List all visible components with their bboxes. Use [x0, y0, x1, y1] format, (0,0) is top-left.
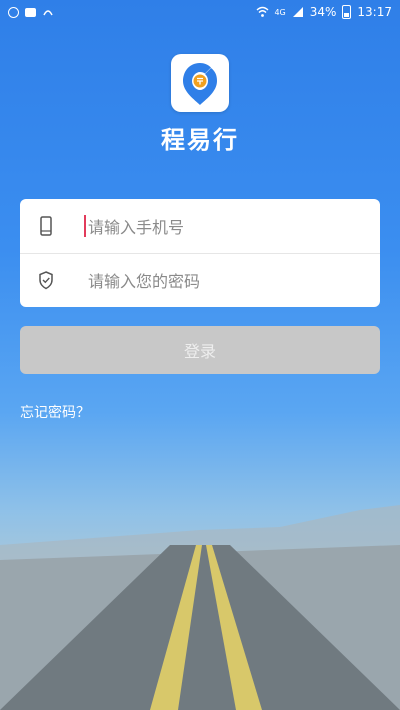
- password-row: [20, 253, 380, 307]
- password-input[interactable]: [86, 265, 370, 297]
- location-pin-c-icon: [183, 63, 217, 105]
- login-form: [20, 199, 380, 307]
- app-logo: [171, 54, 229, 112]
- phone-input[interactable]: [86, 211, 370, 243]
- app-name: 程易行: [161, 126, 239, 154]
- message-icon: [25, 7, 36, 17]
- forgot-password-link[interactable]: 忘记密码？: [20, 402, 90, 422]
- login-screen: 4G 34% 13:17 程易行 请输入手机号 登录 忘记密码？: [0, 0, 400, 710]
- phone-row: [20, 199, 380, 254]
- status-bar: 4G 34% 13:17: [0, 0, 400, 26]
- sync-icon: [8, 6, 19, 18]
- clock: 13:17: [357, 5, 392, 19]
- battery-percent: 34%: [309, 5, 337, 19]
- network-type: 4G: [274, 7, 286, 17]
- battery-icon: [342, 5, 352, 19]
- signal-icon: [292, 6, 304, 18]
- phone-icon: [36, 215, 56, 237]
- wifi-icon: [256, 6, 269, 18]
- login-button[interactable]: 登录: [20, 326, 380, 374]
- notification-icon: [42, 6, 54, 18]
- shield-icon: [36, 269, 56, 291]
